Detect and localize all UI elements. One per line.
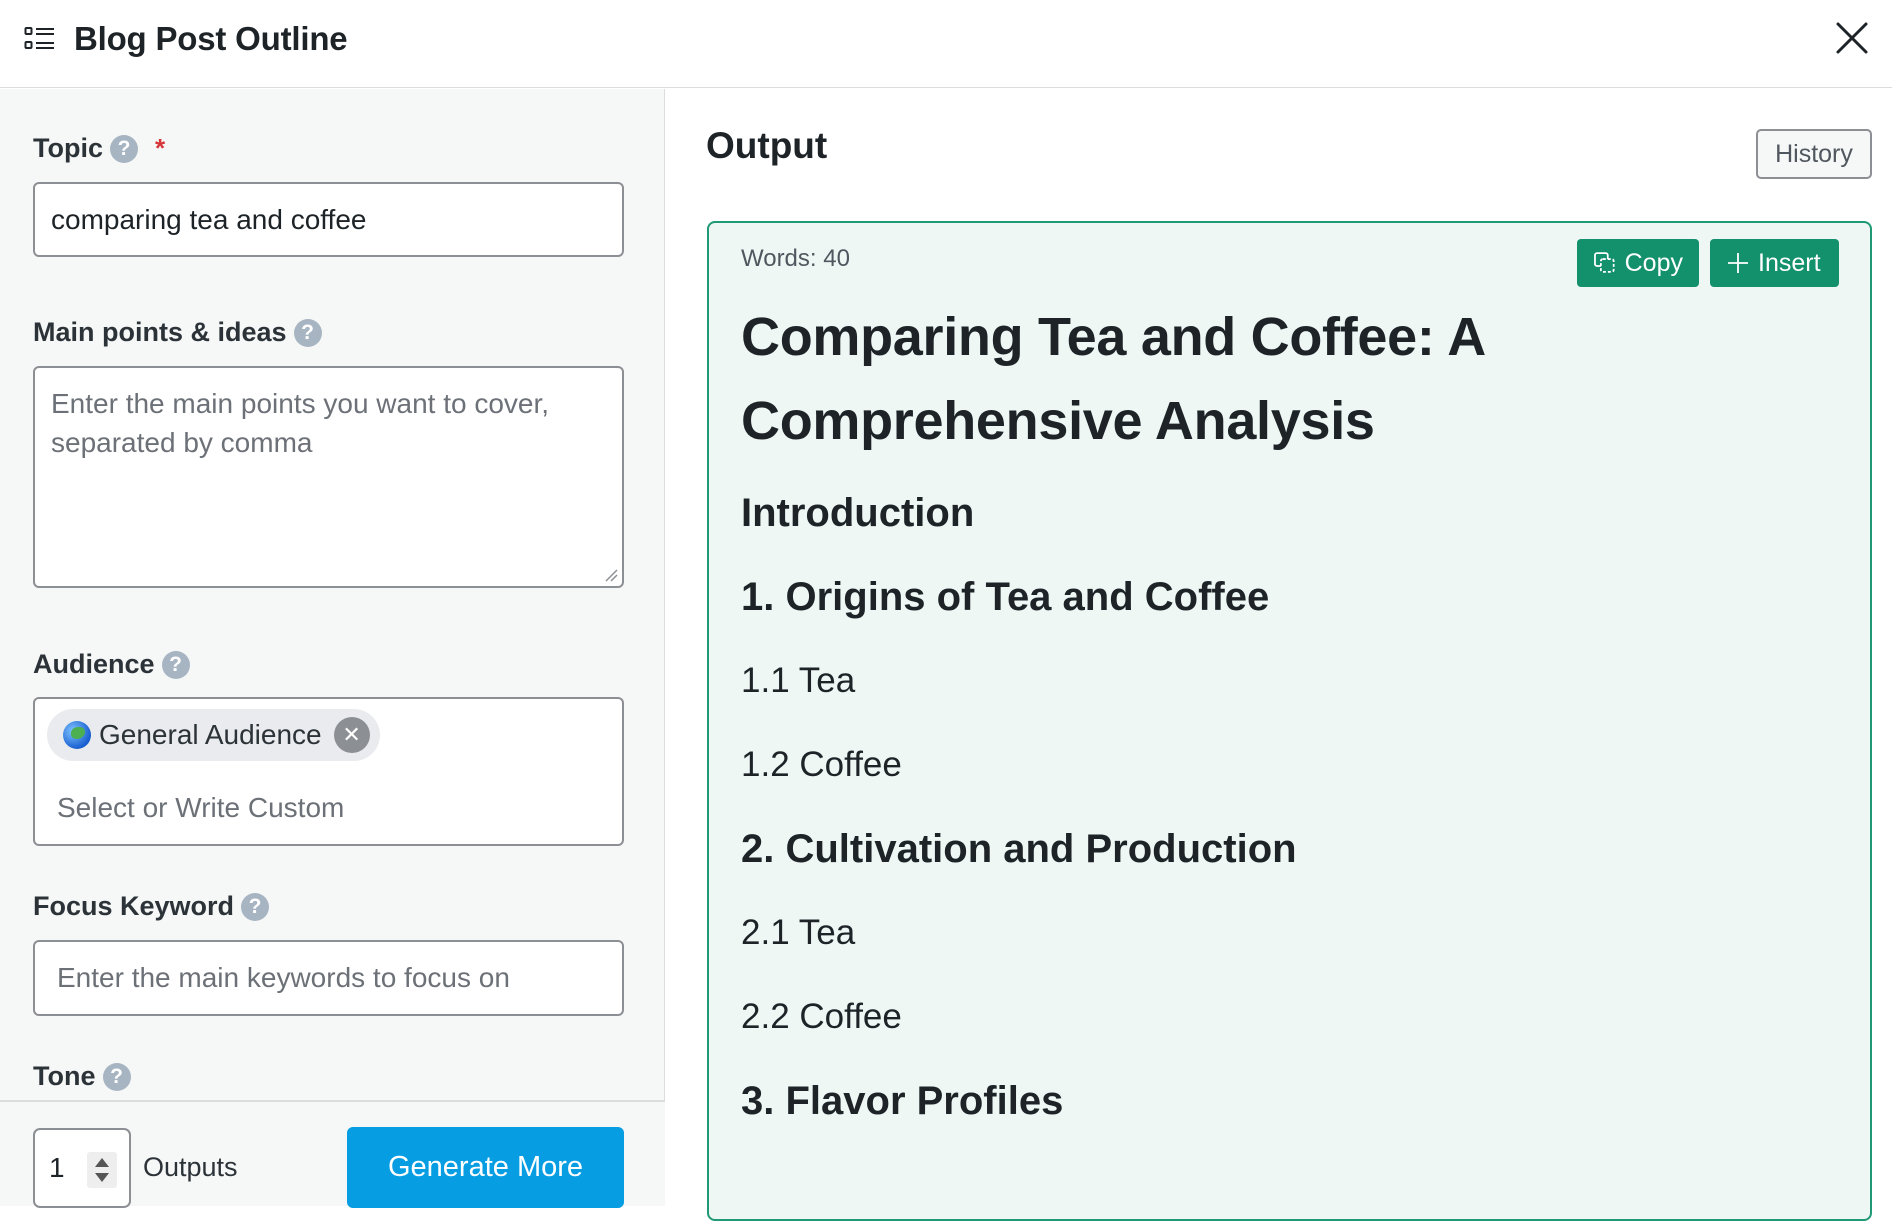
audience-label: Audience ? bbox=[33, 649, 190, 680]
remove-chip-icon[interactable]: ✕ bbox=[333, 717, 370, 753]
outputs-count: 1 bbox=[49, 1152, 65, 1183]
required-marker: * bbox=[155, 133, 166, 163]
input-panel: Topic ? * comparing tea and coffee Main … bbox=[0, 89, 665, 1206]
generate-more-button[interactable]: Generate More bbox=[347, 1127, 624, 1208]
insert-button[interactable]: Insert bbox=[1710, 239, 1839, 287]
outline-subheading: 2.1 Tea bbox=[741, 913, 856, 952]
copy-icon bbox=[1594, 252, 1615, 273]
list-icon bbox=[24, 27, 54, 49]
focus-keyword-input[interactable]: Enter the main keywords to focus on bbox=[33, 940, 624, 1016]
history-button[interactable]: History bbox=[1756, 129, 1872, 179]
output-title: Output bbox=[706, 125, 828, 166]
help-icon[interactable]: ? bbox=[161, 650, 190, 679]
outline-subheading: 1.1 Tea bbox=[741, 661, 856, 700]
topic-label-text: Topic bbox=[33, 133, 103, 163]
close-icon[interactable] bbox=[1834, 20, 1870, 56]
main-points-label-text: Main points & ideas bbox=[33, 317, 287, 347]
copy-label: Copy bbox=[1624, 248, 1683, 277]
focus-keyword-label-text: Focus Keyword bbox=[33, 891, 235, 921]
audience-select[interactable]: General Audience ✕ Select or Write Custo… bbox=[33, 697, 624, 846]
outline-heading: 1. Origins of Tea and Coffee bbox=[741, 575, 1270, 619]
main-points-label: Main points & ideas ? bbox=[33, 317, 322, 348]
outline-subheading: 1.2 Coffee bbox=[741, 745, 902, 784]
tone-label: Tone ? bbox=[33, 1061, 131, 1092]
audience-placeholder[interactable]: Select or Write Custom bbox=[57, 792, 344, 824]
tone-label-text: Tone bbox=[33, 1061, 96, 1091]
help-icon[interactable]: ? bbox=[293, 318, 322, 347]
outputs-label: Outputs bbox=[143, 1152, 238, 1182]
plus-icon bbox=[1728, 253, 1748, 273]
outline-subheading: 2.2 Coffee bbox=[741, 997, 902, 1036]
modal-title: Blog Post Outline bbox=[74, 20, 348, 57]
word-count: Words: 40 bbox=[741, 245, 850, 272]
output-result-card: Words: 40 Copy Insert Comparing Tea and … bbox=[707, 221, 1872, 1221]
help-icon[interactable]: ? bbox=[241, 892, 270, 921]
focus-keyword-label: Focus Keyword ? bbox=[33, 891, 270, 922]
audience-chip: General Audience ✕ bbox=[47, 709, 380, 761]
outline-title: Comparing Tea and Coffee: A Comprehensiv… bbox=[741, 307, 1484, 451]
outline-heading: Introduction bbox=[741, 491, 975, 535]
outputs-stepper[interactable]: 1 bbox=[33, 1128, 131, 1208]
stepper-arrows-icon[interactable] bbox=[87, 1152, 117, 1188]
topic-label: Topic ? * bbox=[33, 133, 165, 164]
help-icon[interactable]: ? bbox=[102, 1062, 131, 1091]
copy-button[interactable]: Copy bbox=[1577, 239, 1699, 287]
topic-input-value: comparing tea and coffee bbox=[51, 203, 367, 235]
main-points-textarea[interactable]: Enter the main points you want to cover,… bbox=[33, 366, 624, 588]
audience-chip-label: General Audience bbox=[99, 719, 322, 750]
focus-keyword-placeholder: Enter the main keywords to focus on bbox=[57, 962, 510, 993]
insert-label: Insert bbox=[1758, 248, 1821, 277]
outline-heading: 3. Flavor Profiles bbox=[741, 1079, 1064, 1123]
globe-icon bbox=[63, 721, 91, 749]
generate-bar: 1 Outputs Generate More bbox=[0, 1100, 665, 1208]
main-points-placeholder: Enter the main points you want to cover,… bbox=[51, 388, 550, 458]
outline-content: Comparing Tea and Coffee: A Comprehensiv… bbox=[741, 295, 1841, 1129]
topic-input[interactable]: comparing tea and coffee bbox=[33, 182, 624, 257]
modal-header: Blog Post Outline bbox=[0, 0, 1892, 88]
help-icon[interactable]: ? bbox=[110, 134, 138, 163]
audience-label-text: Audience bbox=[33, 649, 155, 679]
output-panel: Output History Words: 40 Copy Insert Com… bbox=[666, 89, 1892, 1221]
resize-handle-icon[interactable] bbox=[604, 568, 618, 582]
outline-heading: 2. Cultivation and Production bbox=[741, 827, 1297, 871]
